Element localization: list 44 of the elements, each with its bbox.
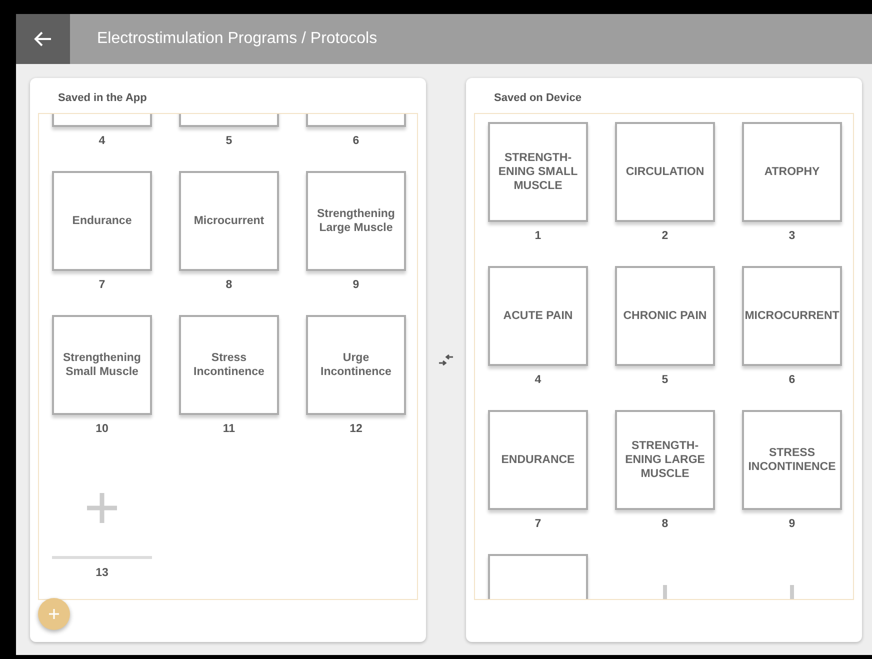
- program-tile[interactable]: ENDURANCE: [488, 410, 588, 510]
- page-title: Electrostimulation Programs / Protocols: [97, 30, 378, 48]
- program-tile[interactable]: ATROPHY: [742, 122, 842, 222]
- program-tile[interactable]: STRENGTH-ENING SMALL MUSCLE: [488, 122, 588, 222]
- program-tile[interactable]: Microcurrent: [179, 171, 279, 271]
- plus-icon: [84, 490, 120, 526]
- program-number: 7: [98, 279, 106, 293]
- program-number: 8: [662, 518, 668, 532]
- back-arrow-icon: [34, 31, 52, 47]
- program-number: 1: [534, 230, 542, 244]
- program-number: 12: [350, 423, 362, 437]
- panel-title: Saved on Device: [494, 92, 582, 106]
- program-tile[interactable]: CHRONIC PAIN: [615, 266, 715, 366]
- swap-arrows-icon[interactable]: [438, 354, 454, 366]
- program-number: 4: [534, 374, 542, 388]
- program-number: 11: [222, 423, 236, 437]
- program-tile[interactable]: Strengthening Large Muscle: [306, 171, 406, 271]
- program-tile[interactable]: STRENGTH-ENING LARGE MUSCLE: [615, 410, 715, 510]
- program-tile[interactable]: Urge Incontinence: [306, 315, 406, 415]
- program-number: 5: [226, 135, 232, 149]
- program-number: 10: [96, 423, 108, 437]
- program-tile[interactable]: Strengthening Small Muscle: [52, 315, 152, 415]
- program-tile[interactable]: ACUTE PAIN: [488, 266, 588, 366]
- program-number: 6: [788, 374, 796, 388]
- program-number: 2: [662, 230, 668, 244]
- program-tile[interactable]: CIRCULATION: [615, 122, 715, 222]
- program-number: 5: [662, 374, 668, 388]
- plus-icon: [662, 585, 668, 599]
- plus-icon: [48, 608, 60, 620]
- panel-title: Saved in the App: [58, 92, 148, 106]
- program-number: 4: [98, 135, 106, 149]
- program-tile[interactable]: Endurance: [52, 171, 152, 271]
- program-number: 9: [788, 518, 796, 532]
- program-tile[interactable]: Stress Incontinence: [179, 315, 279, 415]
- program-number: 9: [352, 279, 360, 293]
- back-button[interactable]: [16, 14, 70, 64]
- plus-icon: [790, 585, 794, 599]
- program-number: 3: [788, 230, 796, 244]
- program-number: 7: [534, 518, 542, 532]
- program-number: 6: [352, 135, 360, 149]
- program-tile[interactable]: MICROCURRENT: [742, 266, 842, 366]
- program-number: 13: [96, 567, 108, 581]
- program-number: 8: [226, 279, 232, 293]
- program-tile[interactable]: STRESS INCONTINENCE: [742, 410, 842, 510]
